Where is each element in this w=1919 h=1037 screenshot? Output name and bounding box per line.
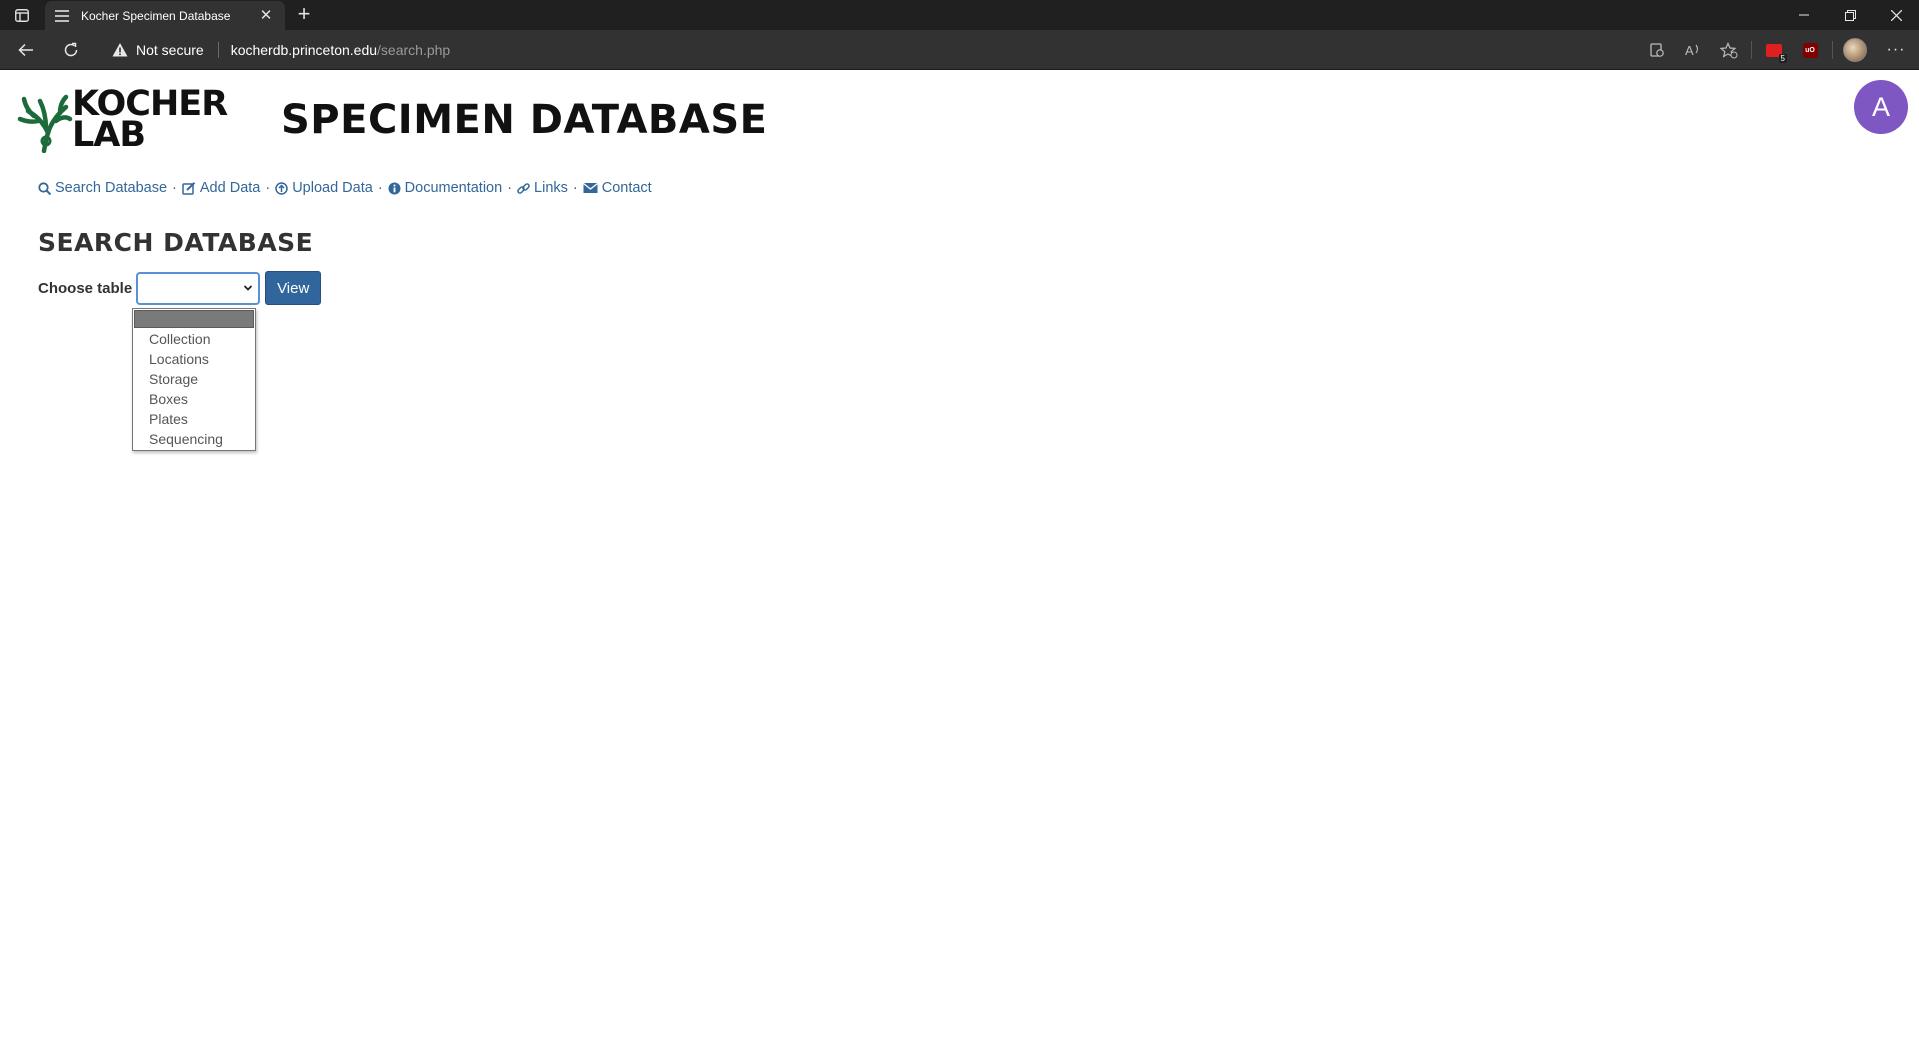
option-storage[interactable]: Storage [133,369,255,389]
envelope-icon [582,182,598,193]
link-icon [517,182,530,194]
table-select[interactable] [136,271,261,305]
nav-label: Documentation [404,180,503,196]
extension-icon[interactable]: 5 [1756,36,1792,64]
view-button[interactable]: View [265,271,322,305]
option-plates[interactable]: Plates [133,409,255,429]
upload-icon [275,181,288,195]
nav-link-upload-data[interactable]: Upload Data [275,180,373,196]
tree-logo-icon [17,94,73,153]
tab-actions-icon[interactable] [12,6,32,24]
nav-link-links[interactable]: Links [517,180,568,196]
table-select-form: Choose table View [38,271,322,305]
table-select-dropdown: Collection Locations Storage Boxes Plate… [132,308,256,451]
nav-separator: · [507,180,513,196]
option-collection[interactable]: Collection [133,329,255,349]
minimize-icon[interactable] [1781,0,1827,30]
kocher-lab-logo[interactable]: KOCHER LAB [16,84,228,157]
nav-link-documentation[interactable]: Documentation [388,180,503,196]
ublock-icon[interactable]: uO [1792,36,1828,64]
svg-text:A: A [1685,43,1694,58]
restore-icon[interactable] [1827,0,1873,30]
nav-label: Upload Data [292,180,373,196]
profile-avatar-icon[interactable] [1837,36,1873,64]
url-field[interactable]: Not secure kocherdb.princeton.edu/search… [112,36,450,64]
favorites-star-icon[interactable] [1711,36,1747,64]
page-title: SEARCH DATABASE [38,228,314,257]
site-title: SPECIMEN DATABASE [281,97,768,143]
logo-text: KOCHER LAB [72,84,228,155]
browser-tab-bar: Kocher Specimen Database ✕ + [0,0,1919,30]
url-divider [217,42,219,58]
nav-link-add-data[interactable]: Add Data [182,180,260,196]
nav-separator: · [265,180,271,196]
url-path: /search.php [377,42,451,58]
browser-tab-active[interactable]: Kocher Specimen Database ✕ [45,1,285,30]
nav-separator: · [572,180,578,196]
window-controls [1781,0,1919,30]
more-menu-icon[interactable]: ··· [1873,36,1919,64]
url-host: kocherdb.princeton.edu [230,42,378,58]
app-available-icon[interactable] [1639,36,1675,64]
nav-label: Search Database [55,180,168,196]
main-navigation: Search Database · Add Data · Upload Data… [38,180,652,196]
user-avatar[interactable]: A [1854,80,1908,134]
tab-title: Kocher Specimen Database [81,8,231,23]
option-blank[interactable] [134,310,254,328]
toolbar-divider [1751,41,1752,59]
tab-close-icon[interactable]: ✕ [257,7,275,25]
new-tab-button[interactable]: + [293,3,315,27]
nav-link-search-database[interactable]: Search Database [38,180,167,196]
chevron-down-icon [244,284,253,291]
nav-separator: · [172,180,177,196]
edit-icon [182,181,196,195]
info-icon [388,182,401,194]
search-icon [38,181,51,195]
nav-separator: · [377,180,383,196]
warning-icon [112,43,128,57]
close-window-icon[interactable] [1873,0,1919,30]
nav-label: Add Data [199,180,261,196]
nav-label: Links [534,180,568,196]
nav-label: Contact [601,180,652,196]
reload-icon[interactable] [58,38,84,62]
option-locations[interactable]: Locations [133,349,255,369]
browser-address-bar: Not secure kocherdb.princeton.edu/search… [0,30,1919,70]
security-status[interactable]: Not secure [136,42,204,58]
page-content: KOCHER LAB SPECIMEN DATABASE A Search Da… [0,71,1919,1037]
read-aloud-icon[interactable]: A [1675,36,1711,64]
back-arrow-icon[interactable] [13,38,39,62]
extension-badge: 5 [1778,54,1787,63]
option-boxes[interactable]: Boxes [133,389,255,409]
option-sequencing[interactable]: Sequencing [133,429,255,449]
page-favicon-icon [55,9,69,22]
nav-link-contact[interactable]: Contact [582,180,652,196]
toolbar-divider [1832,41,1833,59]
browser-toolbar: A 5 uO ··· [1639,36,1919,64]
choose-table-label: Choose table [38,279,133,297]
